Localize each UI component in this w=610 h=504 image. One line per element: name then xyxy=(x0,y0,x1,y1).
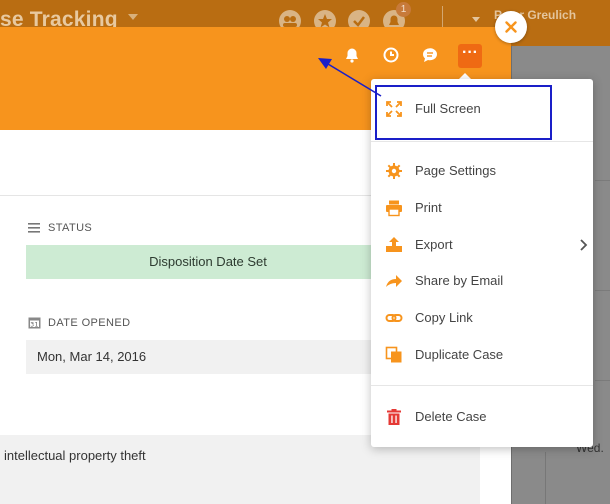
annotation-arrow xyxy=(318,58,382,97)
